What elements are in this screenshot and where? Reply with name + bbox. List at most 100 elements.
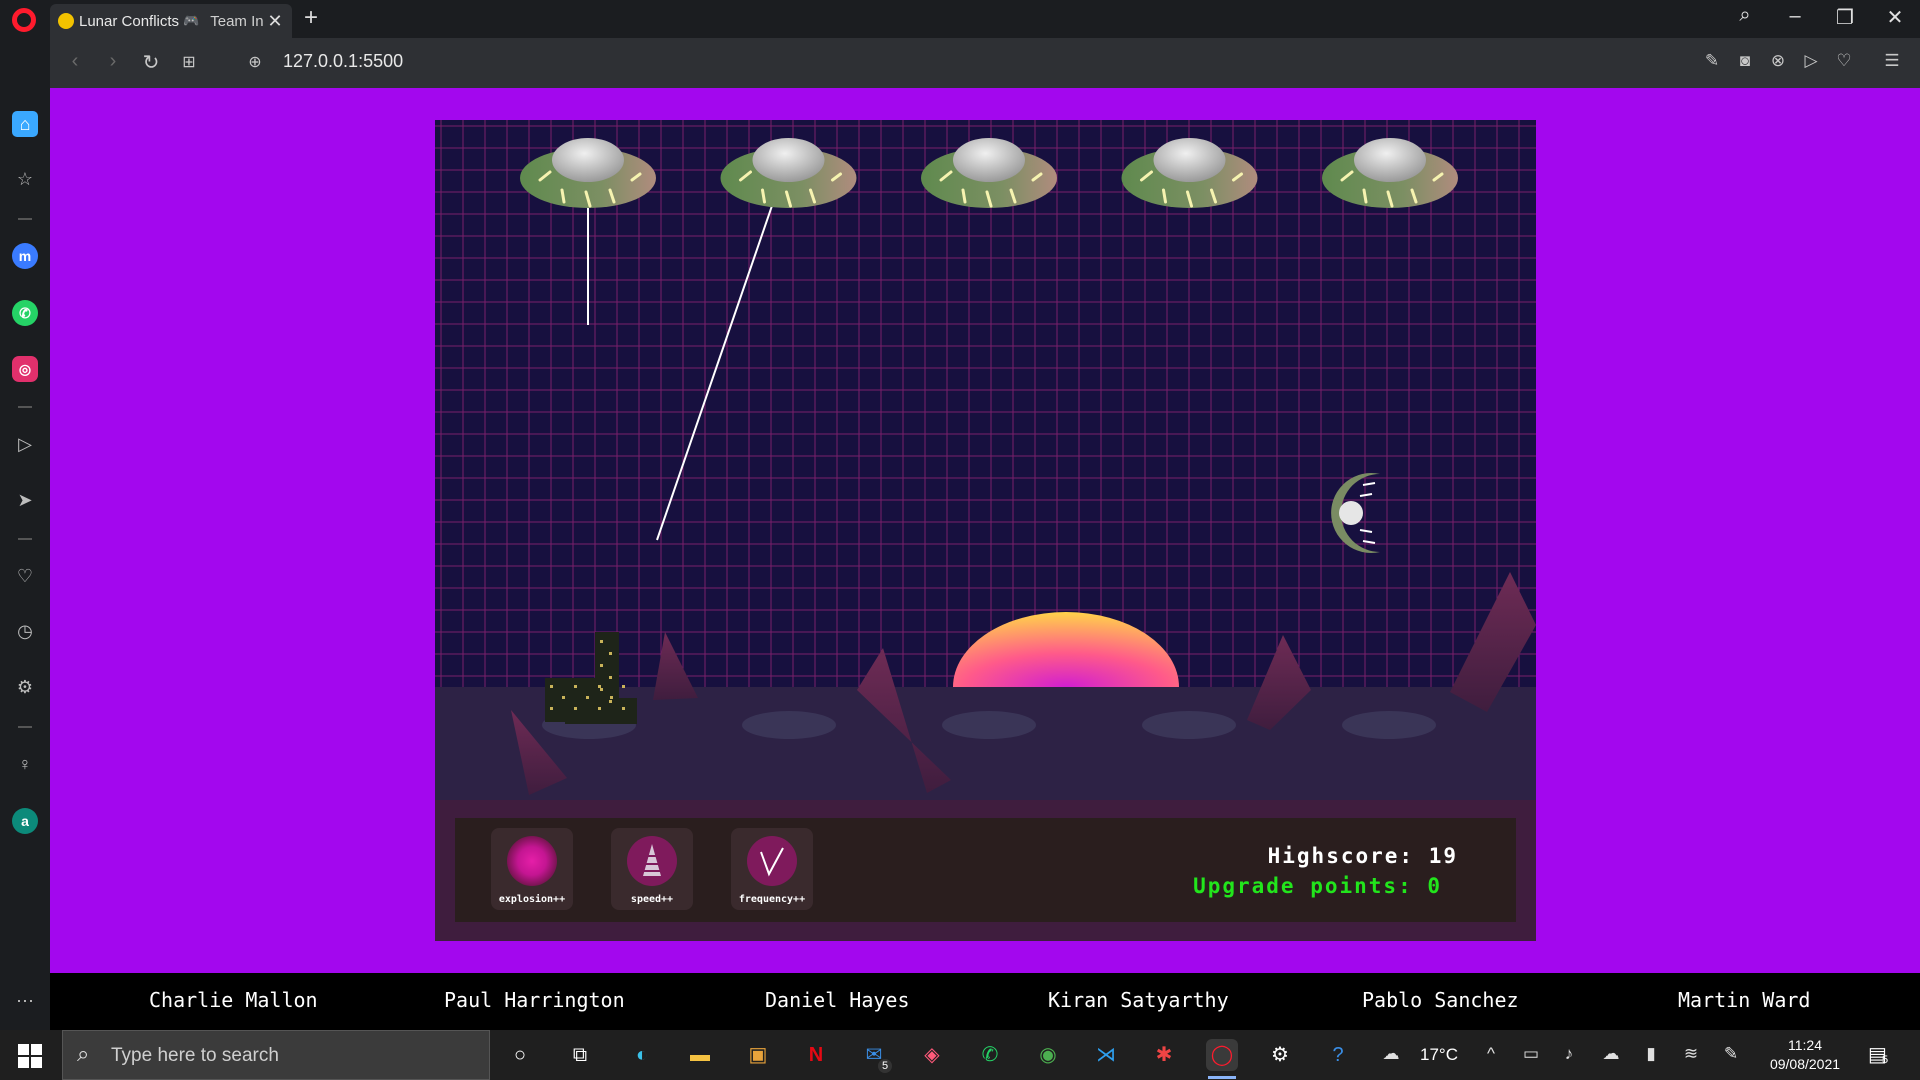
forward-icon[interactable]: ›	[100, 50, 126, 73]
tab-secondary-title: Team In	[210, 12, 264, 30]
city-window	[550, 707, 553, 710]
restore-icon[interactable]: ❐	[1830, 5, 1860, 30]
messenger-icon[interactable]: m	[12, 243, 38, 269]
weather-temperature[interactable]: 17°C	[1420, 1045, 1458, 1065]
city-window	[598, 707, 601, 710]
taskbar-clock[interactable]: 11:24 09/08/2021	[1760, 1036, 1850, 1074]
netflix-icon[interactable]: N	[800, 1039, 832, 1071]
opera-logo-icon[interactable]	[12, 8, 36, 32]
flow-icon[interactable]: ➤	[12, 487, 38, 513]
game-canvas[interactable]: explosion++ speed++ frequency++ Highscor…	[435, 120, 1536, 941]
address-bar: ‹ › ↻ ⊞ ⊕ 127.0.0.1:5500 ✎ ◙ ⊗ ▷ ♡ ☰	[50, 38, 1920, 88]
aria-icon[interactable]: a	[12, 808, 38, 834]
city-window	[622, 685, 625, 688]
city-window	[609, 700, 612, 703]
adobe-cc-icon[interactable]: ◈	[916, 1039, 948, 1071]
close-window-icon[interactable]: ✕	[1880, 5, 1910, 30]
onedrive-icon[interactable]: ☁	[1600, 1044, 1622, 1064]
clock-time: 11:24	[1788, 1037, 1822, 1053]
camera-icon[interactable]: ◙	[1733, 51, 1757, 71]
city-window	[562, 696, 565, 699]
windows-taskbar: ⌕ Type here to search ○ ⧉ ◐ ▬ ▣ N ✉ 5 ◈ ✆…	[0, 1030, 1920, 1080]
city-window	[609, 652, 612, 655]
adblock-icon[interactable]: ⊗	[1766, 51, 1790, 71]
bookmark-heart-icon[interactable]: ♡	[1832, 51, 1856, 71]
settings-icon[interactable]: ⚙	[12, 674, 38, 700]
heart-icon[interactable]: ♡	[12, 563, 38, 589]
battery-icon[interactable]: ▮	[1640, 1044, 1662, 1064]
new-tab-button[interactable]: +	[304, 4, 318, 32]
sidebar: ⌂ ☆ m ✆ ◎ ▷ ➤ ♡ ◷ ⚙ ♀ a ⋯	[0, 38, 50, 1030]
site-info-icon[interactable]: ⊕	[242, 52, 268, 72]
city-window	[586, 696, 589, 699]
ufo-dome	[953, 138, 1025, 182]
home-icon[interactable]: ⌂	[12, 111, 38, 137]
opera-taskbar-icon[interactable]: ◯	[1206, 1039, 1238, 1079]
ufo-dome	[1354, 138, 1426, 182]
search-tabs-icon[interactable]: ⌕	[1730, 4, 1760, 27]
city-window	[550, 685, 553, 688]
history-icon[interactable]: ◷	[12, 618, 38, 644]
store-icon[interactable]: ▣	[742, 1039, 774, 1071]
game-hud: explosion++ speed++ frequency++ Highscor…	[455, 818, 1516, 922]
upgrade-frequency-button[interactable]: frequency++	[731, 828, 813, 910]
settings-taskbar-icon[interactable]: ⚙	[1264, 1039, 1296, 1071]
url-field[interactable]: 127.0.0.1:5500	[283, 51, 403, 72]
sidebar-divider	[18, 726, 32, 728]
tab-close-icon[interactable]: ✕	[266, 11, 284, 32]
credit-name: Daniel Hayes	[765, 988, 910, 1012]
easy-setup-icon[interactable]: ✎	[1700, 51, 1724, 71]
credit-name: Pablo Sanchez	[1362, 988, 1519, 1012]
whatsapp-taskbar-icon[interactable]: ✆	[974, 1039, 1006, 1071]
weather-cloud-icon[interactable]: ☁	[1380, 1044, 1402, 1064]
credit-name: Paul Harrington	[444, 988, 625, 1012]
help-icon[interactable]: ?	[1322, 1039, 1354, 1071]
whatsapp-icon[interactable]: ✆	[12, 300, 38, 326]
sidebar-divider	[18, 406, 32, 408]
file-explorer-icon[interactable]: ▬	[684, 1039, 716, 1071]
tab-favicon-icon	[58, 13, 74, 29]
windows-start-icon[interactable]	[18, 1044, 42, 1068]
notification-center-icon[interactable]: ▤ 5	[1868, 1042, 1889, 1067]
pen-icon[interactable]: ✎	[1720, 1044, 1742, 1064]
moon-spike	[653, 632, 698, 700]
ufo-light	[961, 188, 967, 204]
tab-snapshot-icon[interactable]: ⊞	[176, 52, 202, 72]
meet-now-icon[interactable]: ▭	[1520, 1044, 1542, 1064]
mail-icon[interactable]: ✉ 5	[858, 1039, 892, 1073]
tray-chevron-up-icon[interactable]: ^	[1480, 1044, 1502, 1064]
volume-icon[interactable]: ♪	[1558, 1044, 1580, 1064]
tab-lunar-conflicts[interactable]: Lunar Conflicts 🎮 Team In ✕	[50, 4, 292, 38]
player-icon[interactable]: ▷	[12, 431, 38, 457]
mail-badge: 5	[878, 1059, 892, 1073]
task-view-icon[interactable]: ⧉	[564, 1039, 596, 1071]
landing-pad	[1142, 711, 1236, 739]
more-icon[interactable]: ⋯	[12, 988, 38, 1014]
chrome-icon[interactable]: ◉	[1032, 1039, 1064, 1071]
explosion-icon	[507, 836, 557, 886]
search-placeholder: Type here to search	[111, 1045, 279, 1066]
minimize-icon[interactable]: –	[1780, 5, 1810, 28]
reload-icon[interactable]: ↻	[138, 50, 164, 75]
taskbar-search-input[interactable]: ⌕ Type here to search	[62, 1030, 490, 1080]
wifi-icon[interactable]: ≋	[1680, 1044, 1702, 1064]
edge-icon[interactable]: ◐	[626, 1039, 658, 1071]
back-icon[interactable]: ‹	[62, 50, 88, 73]
laser-beam	[656, 167, 786, 541]
highscore-display: Highscore: 19	[1267, 844, 1458, 868]
player-crescent-ship[interactable]	[1331, 473, 1380, 553]
upgrade-explosion-button[interactable]: explosion++	[491, 828, 573, 910]
easy-setup-menu-icon[interactable]: ☰	[1880, 51, 1904, 71]
tips-lightbulb-icon[interactable]: ♀	[12, 751, 38, 777]
city-window	[600, 688, 603, 691]
slack-icon[interactable]: ✱	[1148, 1039, 1180, 1071]
cortana-icon[interactable]: ○	[504, 1039, 536, 1071]
star-icon[interactable]: ☆	[12, 166, 38, 192]
instagram-icon[interactable]: ◎	[12, 356, 38, 382]
city-window	[574, 685, 577, 688]
send-icon[interactable]: ▷	[1799, 51, 1823, 71]
notification-badge: 5	[1882, 1054, 1889, 1066]
sidebar-divider	[18, 538, 32, 540]
vscode-icon[interactable]: ⋊	[1090, 1039, 1122, 1071]
upgrade-speed-button[interactable]: speed++	[611, 828, 693, 910]
